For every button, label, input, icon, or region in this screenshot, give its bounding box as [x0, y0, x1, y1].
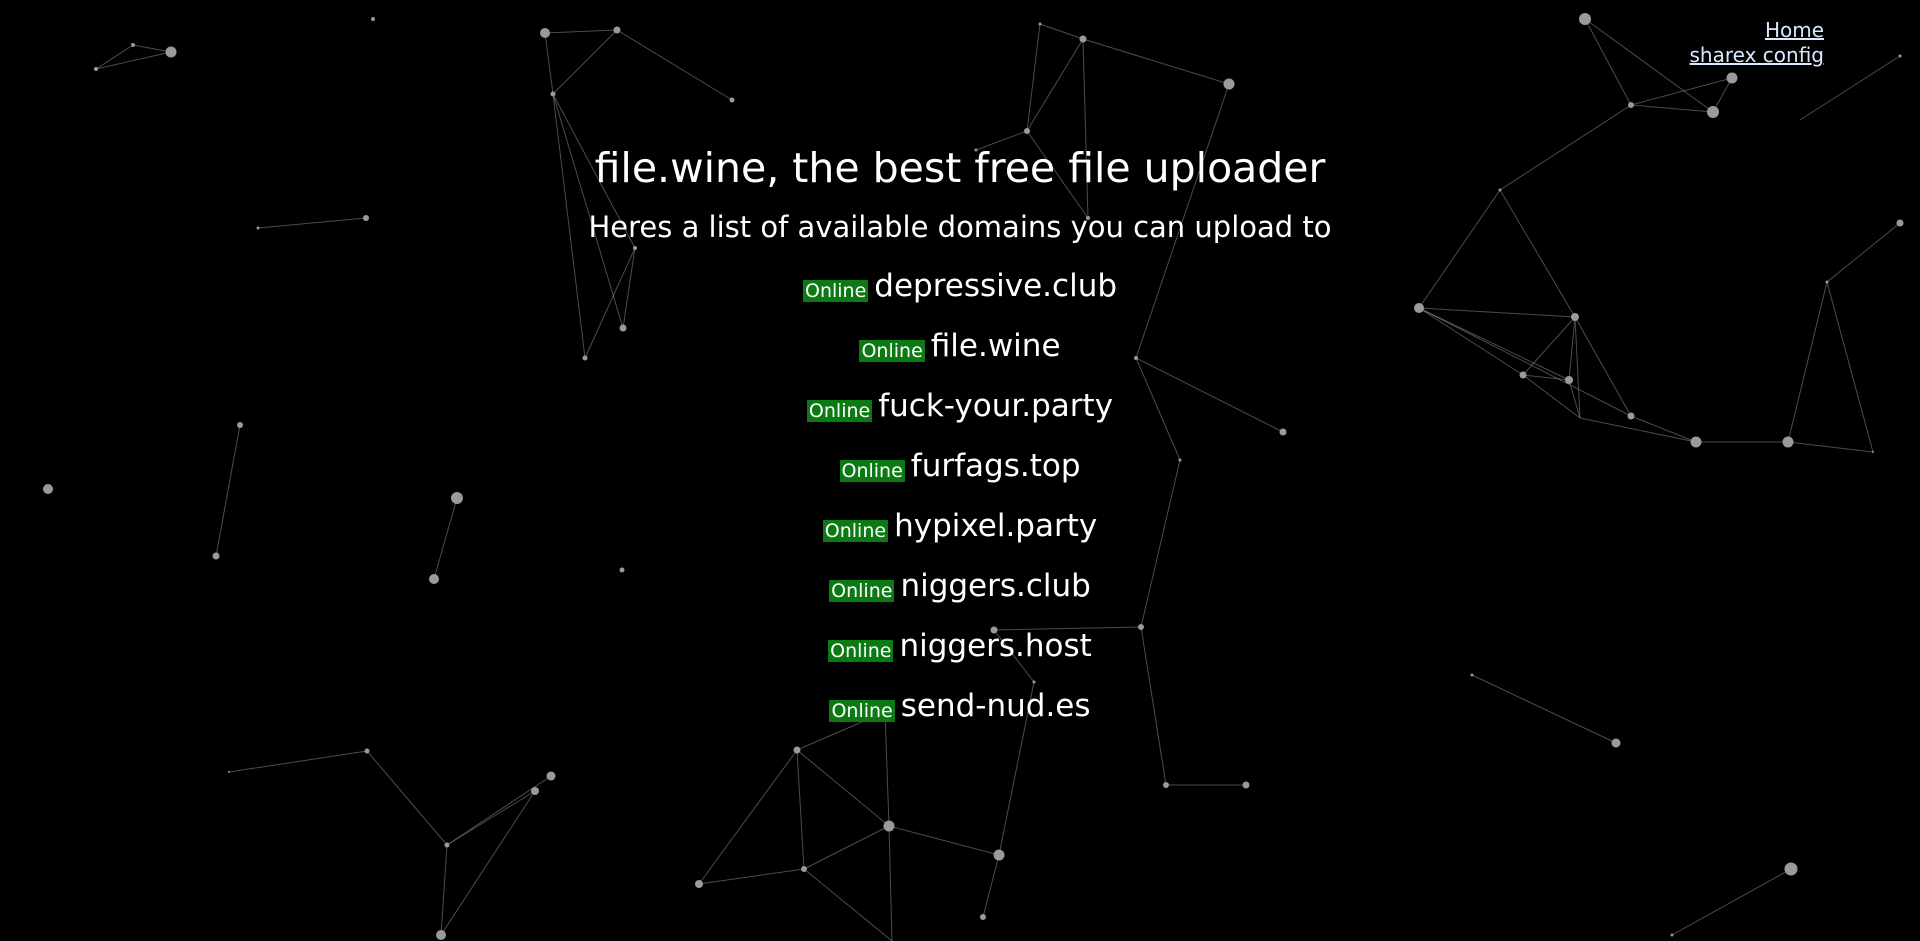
domain-item: Online send-nud.es: [0, 682, 1920, 742]
domain-list: Online depressive.club Online file.wine On…: [0, 262, 1920, 742]
domain-name: niggers.host: [899, 628, 1092, 664]
top-nav: Home sharex config: [1690, 18, 1824, 68]
page-subtitle: Heres a list of available domains you ca…: [588, 210, 1332, 244]
main-content: file.wine, the best free file uploader H…: [0, 138, 1920, 742]
domain-name: file.wine: [930, 328, 1061, 364]
domain-name: fuck-your.party: [878, 388, 1114, 424]
status-badge: Online: [829, 699, 895, 722]
domain-name: niggers.club: [900, 568, 1091, 604]
status-badge: Online: [806, 399, 873, 422]
status-badge: Online: [802, 279, 869, 302]
page-title: file.wine, the best free file uploader: [594, 144, 1326, 192]
domain-name: send-nud.es: [900, 688, 1091, 724]
domain-item: Online niggers.host: [0, 622, 1920, 682]
domain-name: depressive.club: [874, 268, 1118, 304]
home-link[interactable]: Home: [1690, 18, 1824, 43]
sharex-config-link[interactable]: sharex config: [1690, 43, 1824, 68]
status-badge: Online: [828, 639, 894, 662]
domain-item: Online depressive.club: [0, 262, 1920, 322]
domain-name: hypixel.party: [894, 508, 1098, 544]
domain-name: furfags.top: [910, 448, 1081, 484]
domain-item: Online niggers.club: [0, 562, 1920, 622]
domain-item: Online file.wine: [0, 322, 1920, 382]
status-badge: Online: [829, 579, 895, 602]
domain-item: Online furfags.top: [0, 442, 1920, 502]
status-badge: Online: [839, 459, 905, 482]
status-badge: Online: [822, 519, 889, 542]
domain-item: Online hypixel.party: [0, 502, 1920, 562]
status-badge: Online: [859, 339, 925, 362]
domain-item: Online fuck-your.party: [0, 382, 1920, 442]
